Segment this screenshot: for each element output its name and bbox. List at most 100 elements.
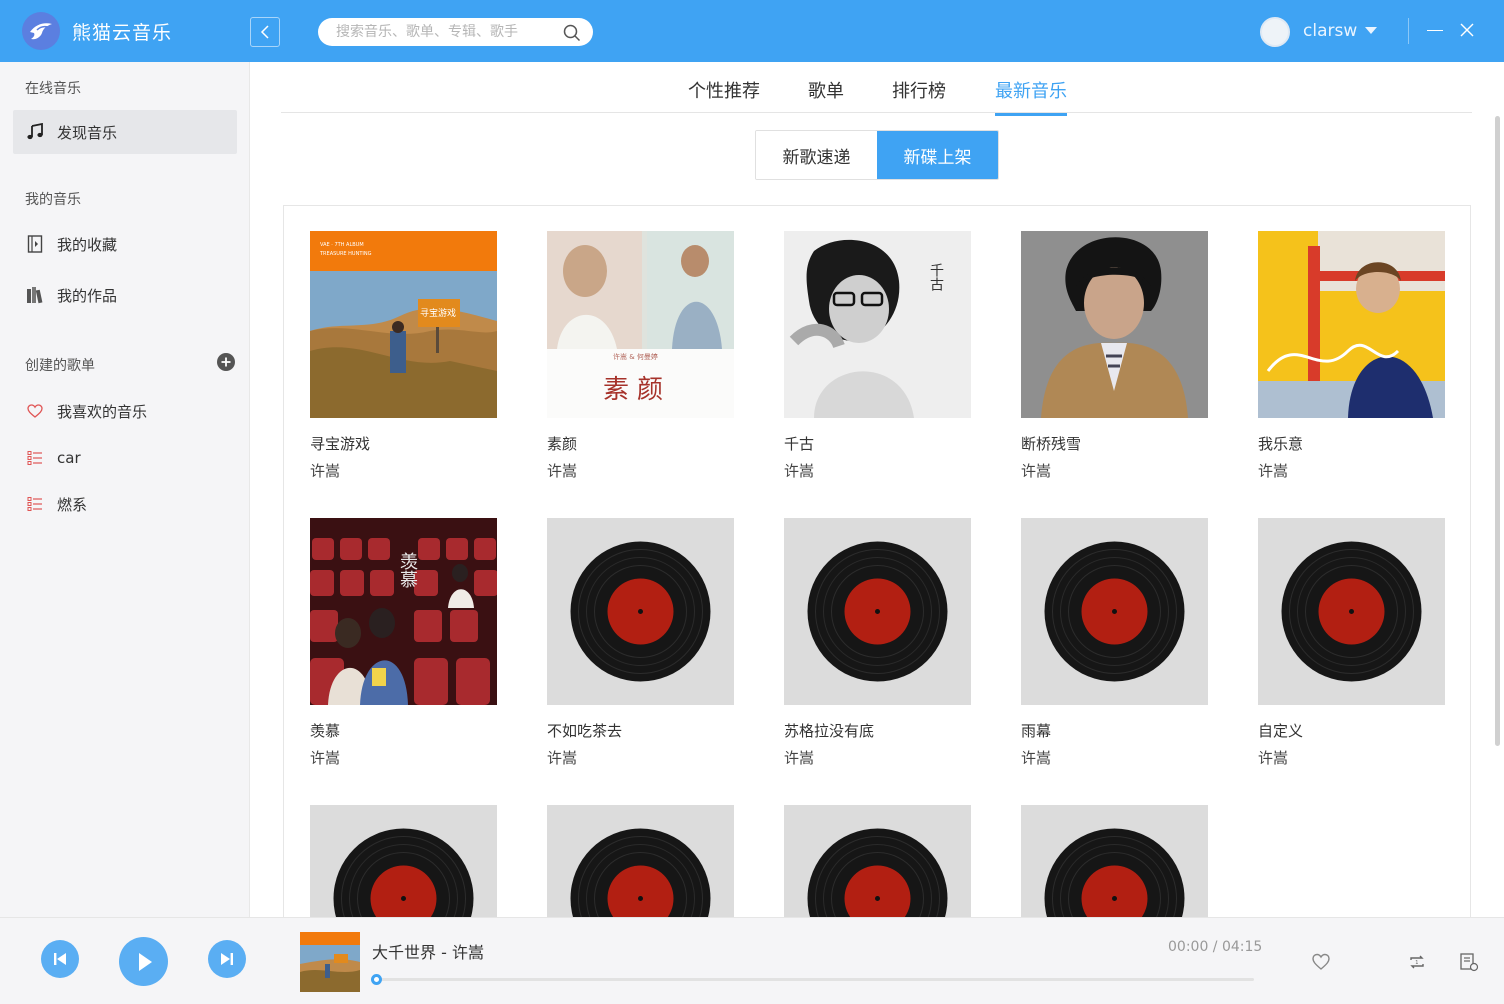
- search-icon[interactable]: [563, 24, 581, 42]
- album-title[interactable]: 素颜: [547, 433, 734, 454]
- album-artist[interactable]: 许嵩: [547, 747, 734, 768]
- album-card[interactable]: [547, 805, 734, 917]
- vinyl-placeholder-icon[interactable]: [310, 805, 497, 917]
- album-title[interactable]: 我乐意: [1258, 433, 1445, 454]
- album-card[interactable]: 苏格拉没有底 许嵩: [784, 518, 971, 768]
- new-songs-button[interactable]: 新歌速递: [756, 131, 877, 179]
- album-title[interactable]: 苏格拉没有底: [784, 720, 971, 741]
- album-cover[interactable]: 许嵩 & 何曼婷 素颜: [547, 231, 734, 418]
- close-icon: [1460, 23, 1474, 37]
- cover-text: VAE · 7TH ALBUM: [320, 242, 364, 248]
- sidebar-item-playlist-burn[interactable]: 燃系: [13, 482, 237, 526]
- album-card[interactable]: 断桥残雪 许嵩: [1021, 231, 1208, 481]
- search-box[interactable]: [318, 18, 593, 46]
- tab-personal[interactable]: 个性推荐: [688, 77, 760, 113]
- playlist-queue-icon[interactable]: [1459, 952, 1479, 972]
- album-artist[interactable]: 许嵩: [310, 747, 497, 768]
- album-card[interactable]: [784, 805, 971, 917]
- title-bar: 熊猫云音乐 clarsw: [0, 0, 1504, 62]
- album-card[interactable]: 自定义 许嵩: [1258, 518, 1445, 768]
- progress-bar[interactable]: [371, 974, 1254, 985]
- sidebar-item-label: 我的作品: [57, 286, 118, 305]
- vinyl-placeholder-icon[interactable]: [547, 805, 734, 917]
- collection-icon: [25, 234, 45, 254]
- cover-text: 寻宝游戏: [420, 309, 457, 319]
- album-card[interactable]: 千古 千古 许嵩: [784, 231, 971, 481]
- playlist-icon: [25, 448, 45, 468]
- tab-charts[interactable]: 排行榜: [892, 77, 946, 113]
- album-grid: VAE · 7TH ALBUM TREASURE HUNTING 寻宝游戏 寻宝…: [283, 205, 1471, 917]
- album-title[interactable]: 雨幕: [1021, 720, 1208, 741]
- album-artist[interactable]: 许嵩: [1258, 460, 1445, 481]
- album-cover[interactable]: VAE · 7TH ALBUM TREASURE HUNTING 寻宝游戏: [310, 231, 497, 418]
- cover-text: TREASURE HUNTING: [320, 251, 372, 257]
- album-card[interactable]: 许嵩 & 何曼婷 素颜 素颜 许嵩: [547, 231, 734, 481]
- album-artist[interactable]: 许嵩: [310, 460, 497, 481]
- vinyl-placeholder-icon[interactable]: [784, 518, 971, 705]
- album-card[interactable]: VAE · 7TH ALBUM TREASURE HUNTING 寻宝游戏 寻宝…: [310, 231, 497, 481]
- vinyl-placeholder-icon[interactable]: [1021, 805, 1208, 917]
- album-card[interactable]: 不如吃茶去 许嵩: [547, 518, 734, 768]
- playlist-icon: [25, 494, 45, 514]
- sidebar-item-works[interactable]: 我的作品: [13, 273, 237, 317]
- section-title-created: 创建的歌单: [25, 358, 95, 374]
- album-card[interactable]: 我乐意 许嵩: [1258, 231, 1445, 481]
- tab-bar: 个性推荐 歌单 排行榜 最新音乐: [281, 62, 1472, 116]
- back-button[interactable]: [250, 17, 280, 47]
- album-title[interactable]: 断桥残雪: [1021, 433, 1208, 454]
- avatar[interactable]: [1260, 17, 1290, 47]
- album-artist[interactable]: 许嵩: [1021, 747, 1208, 768]
- album-card[interactable]: [310, 805, 497, 917]
- album-artist[interactable]: 许嵩: [1021, 460, 1208, 481]
- add-playlist-button[interactable]: [217, 353, 235, 371]
- album-artist[interactable]: 许嵩: [1258, 747, 1445, 768]
- books-icon: [25, 285, 45, 305]
- sidebar-item-favorites[interactable]: 我的收藏: [13, 222, 237, 266]
- next-button[interactable]: [208, 940, 246, 978]
- album-title[interactable]: 自定义: [1258, 720, 1445, 741]
- play-button[interactable]: [119, 937, 168, 986]
- album-cover[interactable]: [1021, 231, 1208, 418]
- vinyl-placeholder-icon[interactable]: [1258, 518, 1445, 705]
- tab-new-music[interactable]: 最新音乐: [995, 77, 1067, 116]
- previous-button[interactable]: [41, 940, 79, 978]
- repeat-icon[interactable]: 1: [1407, 952, 1427, 972]
- album-title[interactable]: 千古: [784, 433, 971, 454]
- sidebar-item-playlist-car[interactable]: car: [13, 436, 237, 480]
- album-card[interactable]: 羡慕 羡慕 许嵩: [310, 518, 497, 768]
- sidebar-item-label: car: [57, 449, 81, 467]
- album-title[interactable]: 羡慕: [310, 720, 497, 741]
- album-title[interactable]: 不如吃茶去: [547, 720, 734, 741]
- sidebar-item-label: 我喜欢的音乐: [57, 402, 148, 421]
- album-cover[interactable]: 羡慕: [310, 518, 497, 705]
- search-input[interactable]: [336, 24, 546, 40]
- caret-down-icon[interactable]: [1365, 27, 1377, 34]
- close-button[interactable]: [1460, 22, 1476, 38]
- sidebar-item-playlist-liked[interactable]: 我喜欢的音乐: [13, 389, 237, 433]
- progress-knob[interactable]: [371, 974, 382, 985]
- tab-playlists[interactable]: 歌单: [808, 77, 844, 113]
- new-albums-button[interactable]: 新碟上架: [877, 131, 998, 179]
- track-title: 大千世界 - 许嵩: [372, 943, 484, 962]
- vinyl-placeholder-icon[interactable]: [784, 805, 971, 917]
- cover-text: 羡慕: [397, 552, 418, 588]
- scrollbar-thumb[interactable]: [1495, 116, 1500, 746]
- album-artist[interactable]: 许嵩: [784, 460, 971, 481]
- sidebar-item-discover[interactable]: 发现音乐: [13, 110, 237, 154]
- play-icon: [138, 952, 152, 971]
- vinyl-placeholder-icon[interactable]: [547, 518, 734, 705]
- album-card[interactable]: [1021, 805, 1208, 917]
- now-playing-cover[interactable]: [300, 932, 360, 992]
- section-title-online: 在线音乐: [25, 81, 81, 97]
- album-card[interactable]: 雨幕 许嵩: [1021, 518, 1208, 768]
- album-artist[interactable]: 许嵩: [784, 747, 971, 768]
- heart-icon[interactable]: [1311, 952, 1331, 972]
- vinyl-placeholder-icon[interactable]: [1021, 518, 1208, 705]
- username[interactable]: clarsw: [1303, 21, 1357, 41]
- svg-text:1: 1: [1415, 960, 1418, 966]
- minimize-button[interactable]: [1427, 20, 1445, 40]
- album-cover[interactable]: [1258, 231, 1445, 418]
- album-title[interactable]: 寻宝游戏: [310, 433, 497, 454]
- album-artist[interactable]: 许嵩: [547, 460, 734, 481]
- album-cover[interactable]: 千古: [784, 231, 971, 418]
